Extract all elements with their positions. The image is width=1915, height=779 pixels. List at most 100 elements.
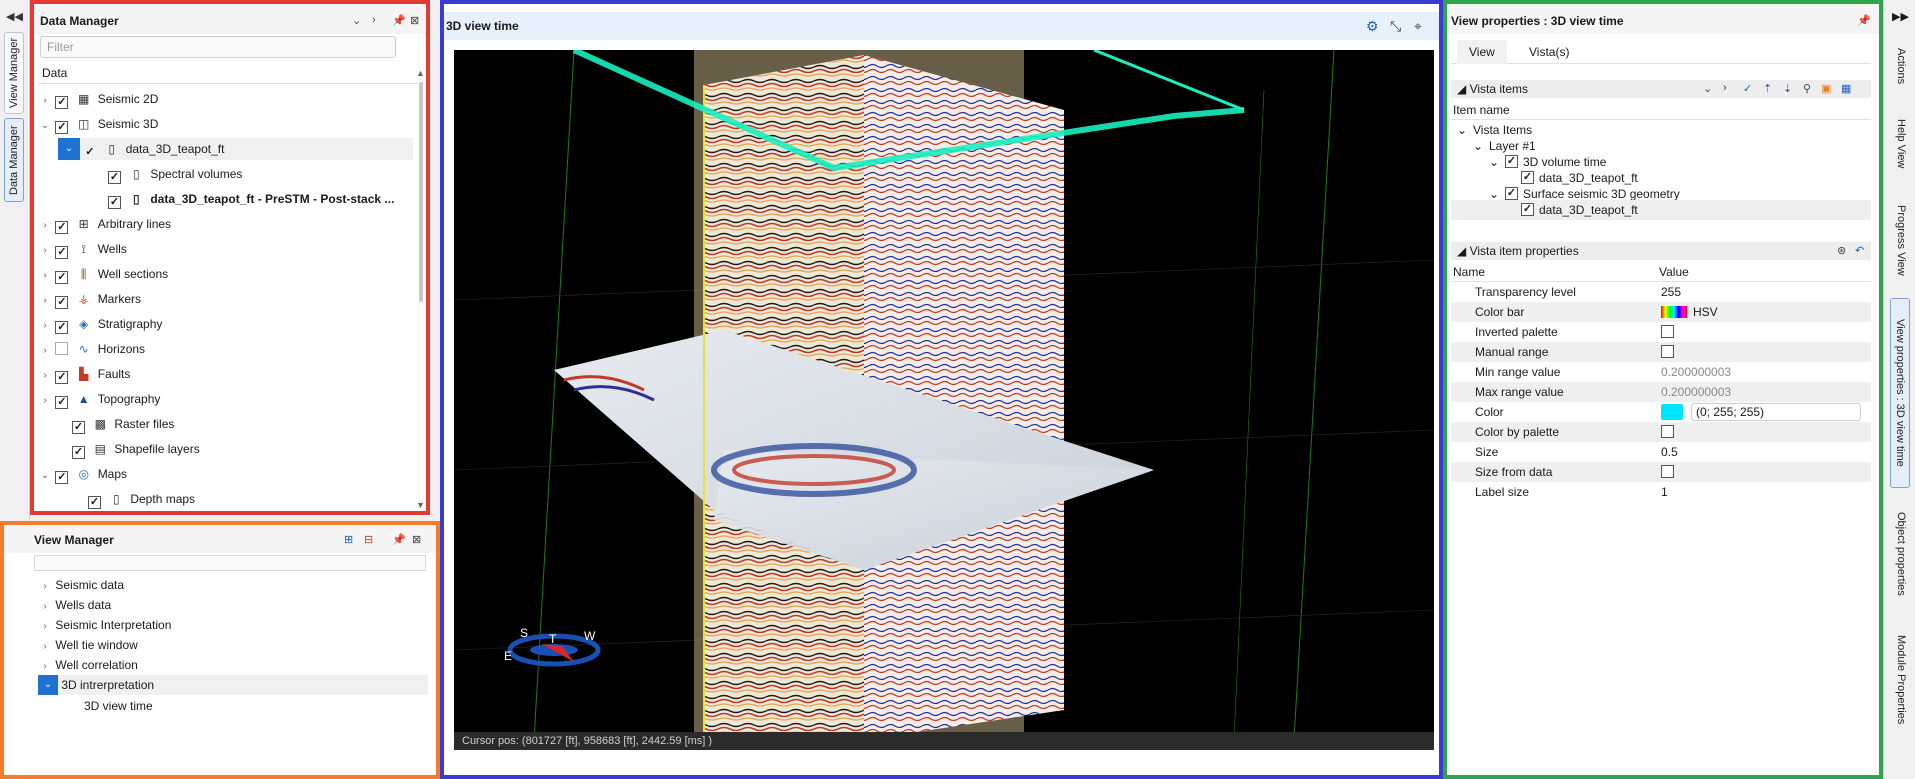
checkbox[interactable] — [1661, 425, 1674, 438]
prop-manual-range[interactable]: Manual range — [1451, 342, 1871, 362]
checkbox[interactable] — [55, 321, 69, 334]
tree-item-data-3d-teapot[interactable]: ⌄ ▯ data_3D_teapot_ft — [58, 138, 413, 160]
tab-view-properties[interactable]: View properties : 3D view time — [1890, 298, 1910, 488]
prop-value[interactable]: 0.5 — [1661, 442, 1678, 462]
checkbox[interactable] — [1521, 171, 1534, 184]
checkbox[interactable] — [108, 196, 121, 209]
collapse-icon[interactable]: ⌄ — [38, 465, 52, 487]
expand-icon[interactable]: › — [38, 340, 52, 362]
tree-surface-data[interactable]: data_3D_teapot_ft — [1451, 200, 1871, 220]
expand-icon[interactable]: › — [38, 240, 52, 262]
view-item-wells-data[interactable]: › Wells data — [38, 595, 111, 615]
expand-icon[interactable]: › — [38, 597, 52, 617]
tree-item-depth-maps[interactable]: ▯ Depth maps — [88, 488, 195, 510]
checkbox[interactable] — [1661, 465, 1674, 478]
collapse-right-icon[interactable]: ▶▶ — [1892, 10, 1909, 23]
checkbox[interactable] — [1505, 155, 1518, 168]
pin-icon[interactable]: 📌 — [392, 533, 406, 546]
tree-item-topography[interactable]: › ▲ Topography — [38, 388, 160, 410]
prop-value[interactable]: 1 — [1661, 482, 1668, 502]
prop-color-bar[interactable]: Color bar HSV — [1451, 302, 1871, 322]
pin-icon[interactable]: 📌 — [1857, 14, 1871, 27]
prop-max-range[interactable]: Max range value 0.200000003 — [1451, 382, 1871, 402]
checkbox[interactable] — [72, 446, 85, 459]
layer-icon[interactable]: ▣ — [1821, 82, 1831, 95]
chevron-right-icon[interactable]: › — [372, 14, 376, 26]
prop-transparency[interactable]: Transparency level 255 — [1451, 282, 1871, 302]
prop-color-by-palette[interactable]: Color by palette — [1451, 422, 1871, 442]
view-item-3d-view-time[interactable]: 3D view time — [84, 696, 153, 716]
settings-icon[interactable]: ⊛ — [1837, 244, 1846, 257]
checkbox[interactable] — [72, 421, 85, 434]
expand-icon[interactable]: › — [38, 90, 52, 112]
reset-icon[interactable]: ↶ — [1855, 244, 1864, 257]
filter-icon[interactable]: ⚲ — [1803, 82, 1811, 95]
collapse-left-icon[interactable]: ◀◀ — [6, 10, 24, 24]
remove-view-icon[interactable]: ⊟ — [364, 533, 373, 546]
checkbox[interactable] — [1521, 203, 1534, 216]
tab-progress-view[interactable]: Progress View — [1890, 192, 1910, 288]
checkbox[interactable] — [55, 296, 69, 309]
prop-label-size[interactable]: Label size 1 — [1451, 482, 1871, 502]
color-input[interactable]: (0; 255; 255) — [1691, 403, 1861, 421]
checkbox[interactable] — [55, 396, 69, 409]
tree-item-raster-files[interactable]: ▩ Raster files — [72, 413, 174, 435]
tree-item-well-sections[interactable]: › ⫼ Well sections — [38, 263, 168, 285]
tree-item-seismic-2d[interactable]: › ▦ Seismic 2D — [38, 88, 158, 110]
filter-input[interactable]: Filter — [40, 36, 396, 58]
pin-icon[interactable]: 📌 — [392, 14, 406, 27]
tree-item-faults[interactable]: › ▙ Faults — [38, 363, 130, 385]
expand-icon[interactable]: › — [38, 617, 52, 637]
add-view-icon[interactable]: ⊞ — [344, 533, 353, 546]
tab-actions[interactable]: Actions — [1890, 36, 1910, 96]
collapse-icon[interactable]: ⌄ — [58, 138, 80, 160]
tree-item-maps[interactable]: ⌄ ◎ Maps — [38, 463, 127, 485]
tree-item-wells[interactable]: › ⟟ Wells — [38, 238, 127, 260]
tree-item-spectral-volumes[interactable]: ▯ Spectral volumes — [108, 163, 242, 185]
prop-size-from-data[interactable]: Size from data — [1451, 462, 1871, 482]
checkmark[interactable] — [83, 147, 96, 160]
collapse-icon[interactable]: ⌄ — [38, 675, 58, 695]
checkbox[interactable] — [1661, 345, 1674, 358]
checkbox[interactable] — [1505, 187, 1518, 200]
view-item-seismic-data[interactable]: › Seismic data — [38, 575, 124, 595]
tree-item-seismic-3d[interactable]: ⌄ ◫ Seismic 3D — [38, 113, 158, 135]
vista-item-properties-section[interactable]: ◢ Vista item properties — [1451, 242, 1871, 260]
tree-item-stratigraphy[interactable]: › ◈ Stratigraphy — [38, 313, 162, 335]
move-up-icon[interactable]: ⇡ — [1763, 82, 1772, 95]
tree-item-arbitrary-lines[interactable]: › ⊞ Arbitrary lines — [38, 213, 171, 235]
tree-item-markers[interactable]: › ⚶ Markers — [38, 288, 141, 310]
prop-value[interactable]: 0.200000003 — [1661, 382, 1731, 402]
expand-icon[interactable]: › — [38, 315, 52, 337]
close-icon[interactable]: ⊠ — [412, 533, 421, 546]
collapse-icon[interactable]: ⌄ — [38, 115, 52, 137]
hsv-colorbar-icon[interactable] — [1661, 306, 1687, 318]
scroll-down-icon[interactable]: ▼ — [416, 500, 425, 510]
view-item-3d-interpretation[interactable]: ⌄ 3D intrerpretation — [38, 675, 428, 695]
prop-value[interactable]: 255 — [1661, 282, 1681, 302]
expand-icon[interactable]: › — [38, 657, 52, 677]
tab-help-view[interactable]: Help View — [1890, 108, 1910, 180]
expand-icon[interactable]: › — [38, 390, 52, 412]
scroll-thumb[interactable] — [419, 82, 423, 302]
prop-size[interactable]: Size 0.5 — [1451, 442, 1871, 462]
check-icon[interactable]: ✓ — [1743, 82, 1752, 95]
tab-object-properties[interactable]: Object properties — [1890, 498, 1910, 610]
tree-item-prestm[interactable]: ▯ data_3D_teapot_ft - PreSTM - Post-stack… — [108, 188, 394, 210]
expand-icon[interactable]: › — [38, 265, 52, 287]
checkbox[interactable] — [1661, 325, 1674, 338]
chevron-down-icon[interactable]: ⌄ — [352, 14, 361, 27]
tab-data-manager[interactable]: Data Manager — [4, 118, 24, 202]
view-item-seismic-interpretation[interactable]: › Seismic Interpretation — [38, 615, 171, 635]
chevron-down-icon[interactable]: ⌄ — [1703, 82, 1712, 95]
tab-module-properties[interactable]: Module Properties — [1890, 620, 1910, 740]
checkbox[interactable] — [55, 246, 69, 259]
prop-color[interactable]: Color (0; 255; 255) — [1451, 402, 1871, 422]
checkbox[interactable] — [55, 471, 69, 484]
settings-gear-icon[interactable]: ⚙ — [1366, 18, 1379, 35]
expand-icon[interactable]: › — [38, 577, 52, 597]
view-item-well-tie[interactable]: › Well tie window — [38, 635, 138, 655]
checkbox[interactable] — [55, 342, 69, 355]
search-input[interactable] — [34, 555, 426, 571]
move-down-icon[interactable]: ⇣ — [1783, 82, 1792, 95]
